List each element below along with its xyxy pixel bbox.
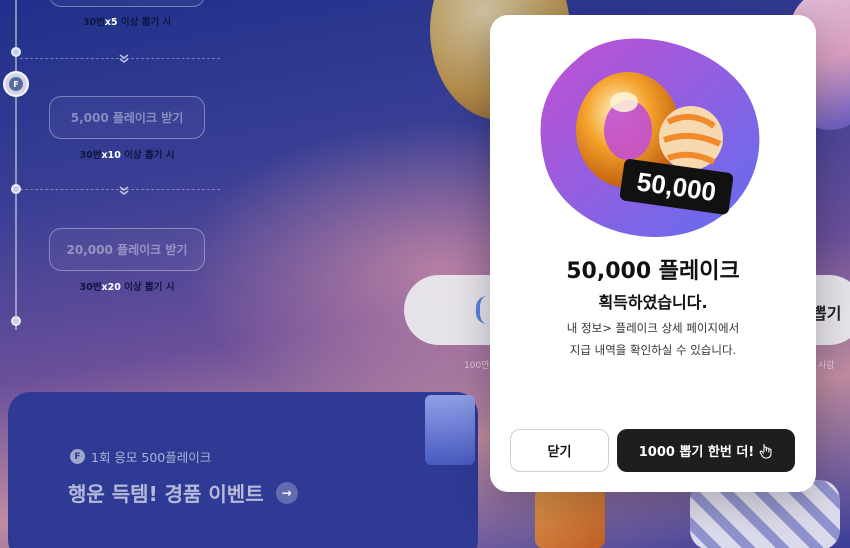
event-title[interactable]: 행운 득템! 경품 이벤트 → bbox=[68, 478, 298, 507]
step-reward-button[interactable]: 20,000 플레이크 받기 bbox=[49, 228, 205, 271]
timeline-dot bbox=[11, 47, 21, 57]
chevron-down-icon bbox=[117, 53, 131, 65]
step-condition: 30번x5 이상 뽑기 시 bbox=[82, 17, 172, 28]
flake-icon: F bbox=[70, 449, 85, 464]
caption-right: 사감 bbox=[818, 361, 835, 371]
event-decoration bbox=[425, 395, 475, 465]
reward-title: 50,000 플레이크 bbox=[566, 259, 740, 284]
draw-again-button[interactable]: 1000 뽑기 한번 더! bbox=[617, 429, 795, 472]
event-decoration bbox=[535, 488, 605, 548]
reward-subtitle: 획득하였습니다. bbox=[598, 293, 708, 312]
timeline-dot bbox=[11, 316, 21, 326]
flake-icon: F bbox=[9, 77, 23, 91]
arrow-right-icon[interactable]: → bbox=[275, 481, 298, 504]
step-condition: 30번x20 이상 뽑기 시 bbox=[79, 282, 175, 293]
step-reward-button[interactable]: 5,000 플레이크 받기 bbox=[49, 96, 205, 139]
step-condition: 30번x10 이상 뽑기 시 bbox=[79, 150, 175, 161]
step-reward-button[interactable] bbox=[49, 0, 205, 7]
caption-left: 100만 bbox=[464, 361, 490, 371]
timeline-current-marker: F bbox=[3, 71, 29, 97]
chevron-down-icon bbox=[117, 185, 131, 197]
reward-illustration: 50,000 bbox=[540, 38, 760, 237]
event-subtitle: F 1회 응모 500플레이크 bbox=[70, 447, 211, 466]
close-button[interactable]: 닫기 bbox=[510, 429, 609, 472]
draw-button-label: 뽑기 bbox=[812, 304, 842, 323]
hand-pointer-icon bbox=[759, 443, 772, 459]
reward-description: 내 정보> 플레이크 상세 페이지에서 지급 내역을 확인하실 수 있습니다. bbox=[566, 321, 740, 357]
reward-modal: 50,000 50,000 플레이크 획득하였습니다. 내 정보> 플레이크 상… bbox=[490, 15, 816, 492]
event-banner[interactable] bbox=[8, 392, 478, 548]
